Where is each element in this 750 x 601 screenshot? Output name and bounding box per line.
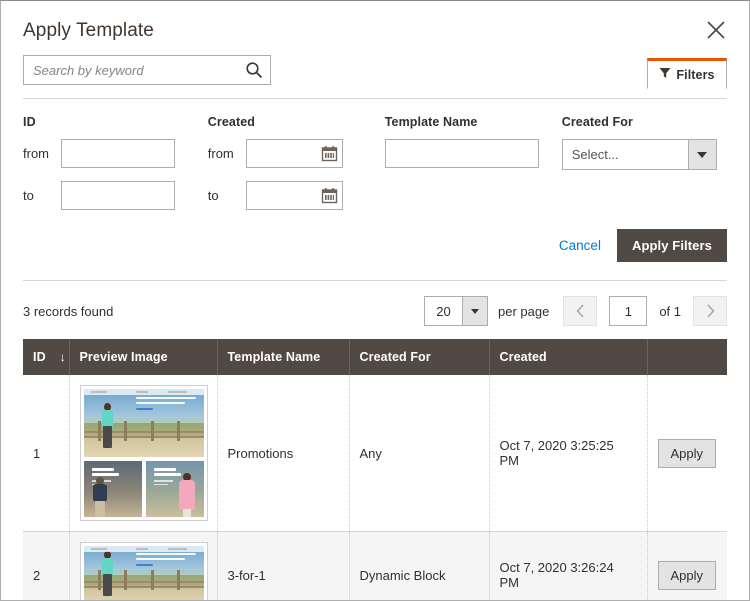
page-title: Apply Template [23, 19, 727, 43]
chevron-down-icon[interactable] [462, 296, 488, 326]
filter-group-id: ID from to [23, 115, 208, 223]
filter-created-for-label: Created For [562, 115, 727, 129]
cell-template-name: 3-for-1 [217, 532, 349, 601]
filter-created-from-row: from [208, 139, 385, 168]
filter-fields: ID from to Created from [23, 115, 727, 223]
column-header-template-name[interactable]: Template Name [217, 339, 349, 375]
per-page-label: per page [498, 304, 549, 319]
cell-created-for: Dynamic Block [349, 532, 489, 601]
filter-id-to-label: to [23, 188, 61, 203]
search-divider [23, 98, 727, 99]
table-row[interactable]: 1 [23, 375, 727, 532]
arrow-down-icon: ↓ [60, 351, 66, 363]
per-page-select[interactable]: 20 [424, 296, 488, 326]
cell-preview-image [69, 532, 217, 601]
filter-group-created-for: Created For Select... [562, 115, 727, 223]
template-preview-thumbnail[interactable] [80, 385, 208, 521]
filter-id-from-label: from [23, 146, 61, 161]
per-page-value: 20 [424, 296, 462, 326]
modal-header: Apply Template [1, 1, 749, 53]
tab-filters-label: Filters [676, 68, 714, 82]
filter-created-label: Created [208, 115, 385, 129]
filter-actions: Cancel Apply Filters [23, 223, 727, 280]
filter-id-to-row: to [23, 181, 208, 210]
apply-button[interactable]: Apply [658, 439, 717, 468]
filter-template-name-label: Template Name [385, 115, 562, 129]
cell-created: Oct 7, 2020 3:26:24 PM [489, 532, 647, 601]
column-header-id[interactable]: ID ↓ [23, 339, 69, 375]
cell-template-name: Promotions [217, 375, 349, 532]
calendar-icon[interactable] [320, 144, 339, 163]
search-box [23, 55, 271, 85]
apply-template-modal: Apply Template Filters [0, 0, 750, 601]
preview-tile-promo-hoodies [84, 461, 142, 517]
preview-hero-banner [84, 546, 204, 601]
column-header-id-label: ID [33, 350, 46, 364]
filter-group-template-name: Template Name [385, 115, 562, 223]
tab-filters[interactable]: Filters [647, 58, 727, 89]
column-header-preview-image[interactable]: Preview Image [69, 339, 217, 375]
filter-id-label: ID [23, 115, 208, 129]
search-input[interactable] [23, 55, 271, 85]
apply-button[interactable]: Apply [658, 561, 717, 590]
cell-id: 1 [23, 375, 69, 532]
previous-page-button[interactable] [563, 296, 597, 326]
funnel-icon [659, 66, 671, 84]
search-icon[interactable] [243, 59, 265, 81]
page-total-label: of 1 [659, 304, 681, 319]
table-header-row: ID ↓ Preview Image Template Name Created… [23, 339, 727, 375]
cell-id: 2 [23, 532, 69, 601]
preview-tile-final-gear-sale [146, 461, 204, 517]
cell-created-for: Any [349, 375, 489, 532]
column-header-created[interactable]: Created [489, 339, 647, 375]
template-preview-thumbnail[interactable] [80, 542, 208, 601]
filter-created-from-label: from [208, 146, 246, 161]
filter-group-created: Created from [208, 115, 385, 223]
preview-promo-tiles [84, 461, 204, 517]
table-row[interactable]: 2 [23, 532, 727, 601]
templates-grid: ID ↓ Preview Image Template Name Created… [1, 339, 749, 601]
cell-created: Oct 7, 2020 3:25:25 PM [489, 375, 647, 532]
filter-created-for-value: Select... [562, 139, 688, 170]
search-row: Filters [1, 55, 749, 99]
page-number-input[interactable] [609, 296, 647, 326]
cell-action: Apply [647, 532, 727, 601]
apply-filters-button[interactable]: Apply Filters [617, 229, 727, 262]
calendar-icon[interactable] [320, 186, 339, 205]
filter-created-for-select[interactable]: Select... [562, 139, 717, 170]
close-icon[interactable] [699, 13, 733, 47]
records-found-label: 3 records found [23, 304, 113, 319]
cell-preview-image [69, 375, 217, 532]
records-toolbar: 3 records found 20 per page of 1 [1, 281, 749, 339]
filter-id-from-input[interactable] [61, 139, 175, 168]
pagination: 20 per page of 1 [424, 296, 727, 326]
filter-id-to-input[interactable] [61, 181, 175, 210]
chevron-down-icon[interactable] [688, 139, 717, 170]
next-page-button[interactable] [693, 296, 727, 326]
column-header-created-for[interactable]: Created For [349, 339, 489, 375]
cancel-button[interactable]: Cancel [559, 238, 601, 253]
filters-panel: ID from to Created from [1, 99, 749, 280]
preview-hero-banner [84, 389, 204, 457]
cell-action: Apply [647, 375, 727, 532]
filter-id-from-row: from [23, 139, 208, 168]
column-header-action [647, 339, 727, 375]
filter-template-name-input[interactable] [385, 139, 539, 168]
filter-created-to-row: to [208, 181, 385, 210]
filter-created-to-label: to [208, 188, 246, 203]
